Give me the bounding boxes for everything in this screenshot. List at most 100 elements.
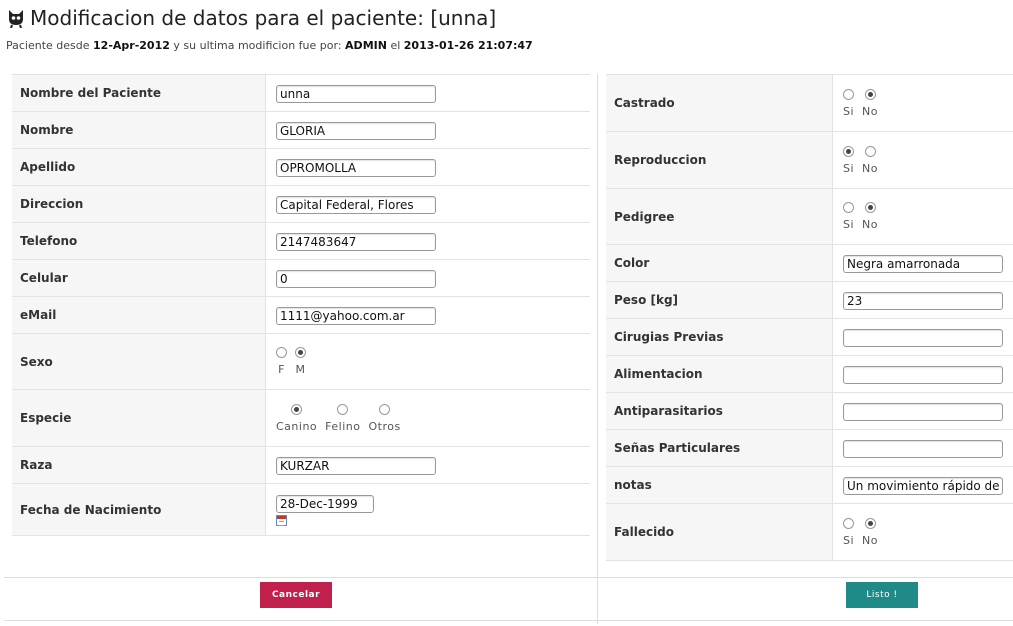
- pedigree-si-radio[interactable]: [843, 202, 855, 213]
- field-label: Reproduccion: [606, 131, 833, 189]
- footer-divider: [4, 577, 1013, 578]
- reproduccion-no-radio[interactable]: [864, 145, 876, 157]
- row-sexo: Sexo F M: [12, 333, 590, 390]
- field-label: Direccion: [12, 185, 266, 223]
- apellido-input[interactable]: [276, 159, 436, 177]
- castrado-si-radio[interactable]: [843, 88, 855, 100]
- nombre-paciente-input[interactable]: [276, 85, 436, 103]
- field-label: Fallecido: [606, 503, 833, 561]
- row-direccion: Direccion: [12, 185, 590, 223]
- row-fallecido: Fallecido Si No: [606, 503, 1013, 561]
- row-antiparasitarios: Antiparasitarios: [606, 392, 1013, 430]
- field-label: Apellido: [12, 148, 266, 186]
- row-senas: Señas Particulares: [606, 429, 1013, 467]
- pedigree-radio-group: Si No: [843, 202, 1013, 231]
- field-label: Especie: [12, 389, 266, 447]
- telefono-input[interactable]: [276, 233, 436, 251]
- row-fecha-nacimiento: Fecha de Nacimiento: [12, 483, 590, 536]
- radio-label: Felino: [325, 419, 361, 433]
- castrado-radio-group: Si No: [843, 88, 1013, 118]
- column-divider: [597, 74, 598, 624]
- fallecido-no-radio[interactable]: [864, 517, 876, 529]
- pedigree-no-radio[interactable]: [864, 202, 876, 213]
- patient-data-panel: Nombre del Paciente Nombre Apellido Dire…: [12, 74, 590, 536]
- field-label: Antiparasitarios: [606, 392, 833, 430]
- row-apellido: Apellido: [12, 148, 590, 186]
- radio-label: Otros: [368, 419, 401, 433]
- field-label: eMail: [12, 296, 266, 334]
- especie-canino-radio[interactable]: [291, 403, 303, 415]
- row-alimentacion: Alimentacion: [606, 355, 1013, 393]
- row-cirugias: Cirugias Previas: [606, 318, 1013, 356]
- castrado-no-radio[interactable]: [864, 88, 876, 100]
- notas-input[interactable]: [843, 477, 1003, 495]
- field-label: Nombre del Paciente: [12, 74, 266, 112]
- especie-felino-radio[interactable]: [337, 403, 349, 415]
- sexo-f-radio[interactable]: [276, 347, 287, 358]
- row-peso: Peso [kg]: [606, 281, 1013, 319]
- celular-input[interactable]: [276, 270, 436, 288]
- radio-label: M: [295, 363, 306, 376]
- peso-input[interactable]: [843, 292, 1003, 310]
- raza-input[interactable]: [276, 457, 436, 475]
- row-castrado: Castrado Si No: [606, 74, 1013, 132]
- patient-meta: Paciente desde 12-Apr-2012 y su ultima m…: [6, 39, 533, 52]
- radio-label: Si: [843, 104, 855, 118]
- antiparasitarios-input[interactable]: [843, 403, 1003, 421]
- nombre-input[interactable]: [276, 122, 436, 140]
- senas-input[interactable]: [843, 440, 1003, 458]
- field-label: Sexo: [12, 333, 266, 390]
- field-label: Cirugias Previas: [606, 318, 833, 356]
- radio-label: No: [862, 104, 879, 118]
- color-input[interactable]: [843, 255, 1003, 273]
- reproduccion-radio-group: Si No: [843, 145, 1013, 175]
- field-label: Nombre: [12, 111, 266, 149]
- especie-radio-group: Canino Felino Otros: [276, 403, 590, 433]
- field-label: Castrado: [606, 74, 833, 132]
- row-notas: notas: [606, 466, 1013, 504]
- field-label: Raza: [12, 446, 266, 484]
- since-date: 12-Apr-2012: [93, 39, 170, 52]
- fallecido-si-radio[interactable]: [843, 517, 855, 529]
- cancel-button[interactable]: Cancelar: [260, 582, 332, 608]
- field-label: Fecha de Nacimiento: [12, 483, 266, 536]
- row-telefono: Telefono: [12, 222, 590, 260]
- fecha-nacimiento-input[interactable]: [276, 495, 374, 513]
- radio-label: F: [278, 363, 285, 376]
- field-label: Telefono: [12, 222, 266, 260]
- radio-label: Canino: [276, 419, 318, 433]
- page-header: Modificacion de datos para el paciente: …: [6, 4, 1006, 52]
- calendar-icon[interactable]: [276, 515, 287, 526]
- cat-mascot-icon: [9, 10, 23, 28]
- modified-at: 2013-01-26 21:07:47: [403, 39, 533, 52]
- direccion-input[interactable]: [276, 196, 436, 214]
- radio-label: Si: [843, 161, 855, 175]
- field-label: notas: [606, 466, 833, 504]
- row-nombre-paciente: Nombre del Paciente: [12, 74, 590, 112]
- alimentacion-input[interactable]: [843, 366, 1003, 384]
- row-email: eMail: [12, 296, 590, 334]
- especie-otros-radio[interactable]: [379, 403, 391, 415]
- sexo-m-radio[interactable]: [295, 347, 306, 358]
- row-raza: Raza: [12, 446, 590, 484]
- field-label: Señas Particulares: [606, 429, 833, 467]
- field-label: Peso [kg]: [606, 281, 833, 319]
- radio-label: No: [862, 161, 879, 175]
- radio-label: No: [862, 533, 879, 547]
- radio-label: Si: [843, 533, 855, 547]
- footer-divider-bottom: [4, 620, 1013, 621]
- modified-by: ADMIN: [345, 39, 387, 52]
- cirugias-input[interactable]: [843, 329, 1003, 347]
- row-color: Color: [606, 244, 1013, 282]
- row-especie: Especie Canino Felino Otros: [12, 389, 590, 447]
- row-nombre: Nombre: [12, 111, 590, 149]
- submit-button[interactable]: Listo !: [846, 582, 918, 608]
- email-input[interactable]: [276, 307, 436, 325]
- row-reproduccion: Reproduccion Si No: [606, 131, 1013, 189]
- field-label: Pedigree: [606, 188, 833, 245]
- radio-label: No: [862, 218, 879, 231]
- reproduccion-si-radio[interactable]: [843, 145, 855, 157]
- row-pedigree: Pedigree Si No: [606, 188, 1013, 245]
- radio-label: Si: [843, 218, 855, 231]
- fallecido-radio-group: Si No: [843, 517, 1013, 547]
